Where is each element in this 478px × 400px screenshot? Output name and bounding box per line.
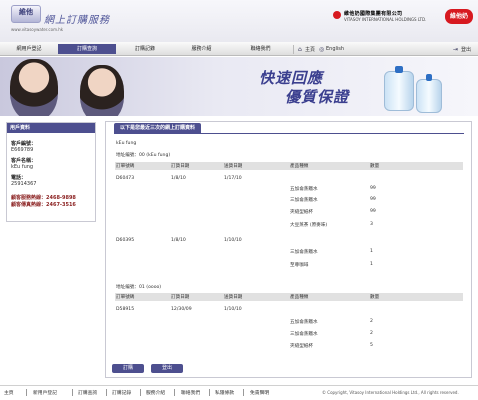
quantity: 99	[370, 197, 376, 202]
nav-order-query[interactable]: 訂購查詢	[58, 44, 116, 54]
customer-id-label: 客戶編號：	[11, 141, 37, 147]
nav-order-history[interactable]: 訂購記錄	[120, 44, 170, 54]
table-header: 訂單號碼 訂貨日期 送貨日期 產品種類 數量	[115, 162, 463, 170]
product-name: 至尊咖啡	[290, 263, 309, 268]
agent-image-1	[10, 59, 58, 116]
header: 維他 www.vitasoywater.com.hk 網上訂購服務 維他奶國際集…	[0, 0, 478, 42]
order-date: 12/30/09	[171, 307, 192, 312]
vitasoy-brand-logo[interactable]: 維他奶	[445, 9, 473, 24]
product-name: 三加侖蒸餾水	[290, 198, 318, 203]
footer-link-disclaimer[interactable]: 免責聲明	[250, 389, 269, 396]
banner-slogan-2: 優質保證	[285, 88, 350, 106]
company-name-en: VITASOY INTERNATIONAL HOLDINGS LTD.	[344, 17, 427, 22]
phone-label: 電話：	[11, 175, 27, 181]
copyright-text: © Copyright, Vitasoy International Holdi…	[322, 390, 459, 395]
logo-subtitle: www.vitasoywater.com.hk	[11, 27, 64, 32]
company-name-zh: 維他奶國際集團有限公司	[344, 11, 403, 17]
col-delivery-date: 送貨日期	[224, 164, 243, 169]
footer-link-register[interactable]: 新用戶登記	[33, 389, 57, 396]
table-header: 訂單號碼 訂貨日期 送貨日期 產品種類 數量	[115, 293, 463, 301]
home-icon[interactable]: ⌂	[298, 46, 302, 53]
logout-button[interactable]: 登出	[151, 364, 183, 373]
product-name: 五加侖蒸餾水	[290, 187, 318, 192]
quantity: 1	[370, 262, 373, 267]
col-quantity: 數量	[370, 164, 380, 169]
footer-link-contact[interactable]: 聯絡我們	[181, 389, 200, 396]
product-name: 三加侖蒸餾水	[290, 332, 318, 337]
water-bottle-image	[416, 74, 442, 113]
nav-divider	[293, 45, 294, 54]
banner-slogan-1: 快速回應	[259, 69, 324, 87]
col-delivery-date: 送貨日期	[224, 295, 243, 300]
quantity: 1	[370, 249, 373, 254]
main-nav: 網用戶登記 訂購查詢 訂購記錄 服務介紹 聯絡我們 ⌂ 主頁 ◎ English…	[0, 42, 478, 56]
customer-name: kEu fung	[116, 141, 137, 146]
title-underline	[114, 133, 464, 134]
col-order-date: 訂貨日期	[171, 295, 190, 300]
product-name: 夾縫型紙杯	[290, 210, 313, 215]
order-no[interactable]: D60395	[116, 238, 134, 243]
product-name: 三加侖蒸餾水	[290, 250, 318, 255]
product-name: 夾縫型紙杯	[290, 344, 313, 349]
col-order-date: 訂貨日期	[171, 164, 190, 169]
col-order-no: 訂單號碼	[116, 164, 135, 169]
delivery-date: 1/10/10	[224, 238, 242, 243]
site-title: 網上訂購服務	[44, 15, 110, 26]
footer-link-services[interactable]: 服務介紹	[146, 389, 165, 396]
product-name: 大豆蒸茶 (原麥味)	[290, 223, 328, 228]
nav-contact[interactable]: 聯絡我們	[233, 44, 288, 54]
quantity: 3	[370, 222, 373, 227]
user-info-panel: 用戶資料 客戶編號： E669789 客戶名稱： kEu fung 電話： 25…	[6, 122, 96, 222]
order-no[interactable]: D58915	[116, 307, 134, 312]
quantity: 5	[370, 343, 373, 348]
exit-icon[interactable]: ⇥	[453, 46, 458, 53]
customer-name-label: 客戶名稱：	[11, 158, 37, 164]
customer-name-value: kEu fung	[11, 164, 34, 170]
footer-link-order-query[interactable]: 訂購查詢	[78, 389, 97, 396]
water-bottle-image	[384, 66, 414, 111]
quantity: 99	[370, 186, 376, 191]
col-product: 產品種類	[290, 164, 309, 169]
footer-link-order-history[interactable]: 訂購記錄	[112, 389, 131, 396]
order-records-title: 以下是您最近三次的網上訂購資料	[114, 123, 202, 133]
quantity: 99	[370, 209, 376, 214]
order-button[interactable]: 訂購	[112, 364, 144, 373]
col-quantity: 數量	[370, 295, 380, 300]
service-hotline: 顧客服務熱線：2468-9898	[11, 195, 76, 201]
logout-link[interactable]: 登出	[461, 46, 471, 53]
hero-banner: 快速回應 優質保證	[0, 57, 478, 116]
delivery-date: 1/10/10	[224, 307, 242, 312]
address-label: 地址編號：01 (oooo)	[116, 285, 162, 290]
company-logo-icon	[333, 11, 341, 19]
quantity: 2	[370, 319, 373, 324]
col-product: 產品種類	[290, 295, 309, 300]
english-link[interactable]: English	[326, 46, 344, 52]
nav-register[interactable]: 網用戶登記	[4, 44, 54, 54]
col-order-no: 訂單號碼	[116, 295, 135, 300]
footer-link-home[interactable]: 主頁	[4, 389, 14, 396]
customer-id-value: E669789	[11, 147, 34, 153]
nav-services[interactable]: 服務介紹	[174, 44, 229, 54]
home-link[interactable]: 主頁	[305, 46, 315, 53]
user-info-title: 用戶資料	[7, 123, 95, 133]
fax-hotline: 顧客傳真熱線：2467-3516	[11, 202, 76, 208]
order-date: 1/8/10	[171, 238, 186, 243]
order-date: 1/8/10	[171, 176, 186, 181]
footer-link-privacy[interactable]: 私隱條款	[215, 389, 234, 396]
agent-image-2	[80, 65, 124, 116]
address-label: 地址編號：00 (kEu fung)	[116, 153, 171, 158]
quantity: 2	[370, 331, 373, 336]
vitasoy-water-logo[interactable]: 維他	[11, 5, 41, 23]
phone-value: 25914367	[11, 181, 37, 187]
order-no[interactable]: D60473	[116, 176, 134, 181]
product-name: 五加侖蒸餾水	[290, 320, 318, 325]
footer-divider	[0, 385, 478, 386]
globe-icon[interactable]: ◎	[319, 46, 324, 53]
delivery-date: 1/17/10	[224, 176, 242, 181]
order-records-panel: 以下是您最近三次的網上訂購資料 kEu fung 地址編號：00 (kEu fu…	[105, 121, 472, 378]
